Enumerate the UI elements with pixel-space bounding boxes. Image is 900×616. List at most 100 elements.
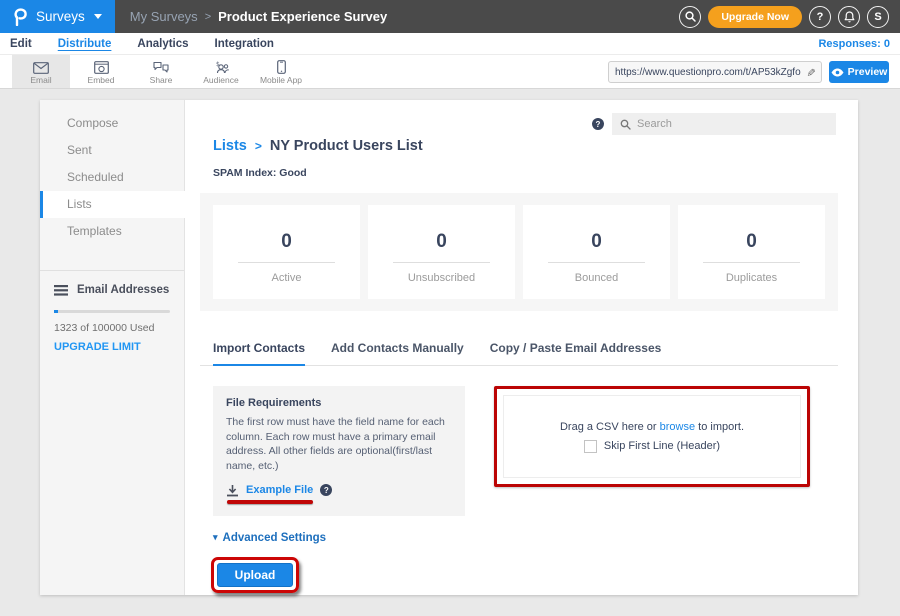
upload-button[interactable]: Upload: [217, 563, 293, 587]
email-sidebar: Compose Sent Scheduled Lists Templates E…: [40, 100, 185, 595]
notifications-button[interactable]: [838, 6, 860, 28]
search-button[interactable]: [679, 6, 701, 28]
tab-analytics[interactable]: Analytics: [137, 37, 188, 50]
dropzone-text-suffix: to import.: [695, 421, 744, 433]
csv-dropzone-annotation: Drag a CSV here or browse to import. Ski…: [494, 386, 810, 487]
usage-text: 1323 of 100000 Used: [54, 322, 170, 334]
stats-strip: 0 Active 0 Unsubscribed 0 Bounced 0 Dupl…: [200, 193, 838, 311]
list-name: NY Product Users List: [270, 138, 423, 154]
tab-distribute[interactable]: Distribute: [58, 37, 112, 50]
channel-email[interactable]: Email: [12, 55, 70, 88]
file-requirements-body: The first row must have the field name f…: [226, 415, 452, 474]
avatar[interactable]: S: [867, 6, 889, 28]
embed-icon: [94, 59, 109, 74]
channel-email-label: Email: [30, 75, 51, 85]
stat-label: Unsubscribed: [368, 272, 515, 284]
example-file-link[interactable]: Example File: [246, 484, 313, 496]
breadcrumb-separator: >: [255, 139, 262, 153]
sidebar-item-lists[interactable]: Lists: [40, 191, 185, 218]
stat-label: Bounced: [523, 272, 670, 284]
stat-value: 0: [523, 231, 670, 253]
annotation-underline: [227, 500, 313, 504]
stat-card-active: 0 Active: [213, 205, 360, 299]
channel-audience[interactable]: $ Audience: [192, 55, 250, 88]
channel-share[interactable]: Share: [132, 55, 190, 88]
topbar-breadcrumb: My Surveys > Product Experience Survey: [130, 9, 387, 24]
annotation-ring: Upload: [211, 557, 299, 593]
channel-mobile-app[interactable]: Mobile App: [252, 55, 310, 88]
sidebar-item-scheduled[interactable]: Scheduled: [40, 164, 184, 191]
tab-add-contacts-manually[interactable]: Add Contacts Manually: [331, 341, 464, 366]
sidebar-item-compose[interactable]: Compose: [40, 110, 184, 137]
csv-dropzone[interactable]: [503, 395, 801, 478]
usage-progress-bar: [54, 310, 170, 313]
contacts-search-box[interactable]: [612, 113, 836, 135]
stat-divider: [238, 262, 335, 263]
svg-text:$: $: [216, 61, 220, 68]
edit-url-icon[interactable]: ✎: [804, 67, 817, 76]
page-help-icon[interactable]: ?: [592, 118, 604, 130]
stat-value: 0: [678, 231, 825, 253]
advanced-settings-toggle[interactable]: ▾ Advanced Settings: [213, 532, 858, 544]
browse-link[interactable]: browse: [660, 421, 695, 433]
skip-first-line-checkbox[interactable]: [584, 440, 597, 453]
stat-card-bounced: 0 Bounced: [523, 205, 670, 299]
tab-import-contacts[interactable]: Import Contacts: [213, 341, 305, 366]
sidebar-item-sent[interactable]: Sent: [40, 137, 184, 164]
list-icon: [54, 285, 68, 296]
stat-label: Duplicates: [678, 272, 825, 284]
search-icon: [620, 119, 631, 130]
stat-divider: [703, 262, 800, 263]
download-icon[interactable]: [226, 484, 239, 497]
usage-progress-fill: [54, 310, 58, 313]
top-bar: Surveys My Surveys > Product Experience …: [0, 0, 900, 33]
stat-card-duplicates: 0 Duplicates: [678, 205, 825, 299]
channel-embed[interactable]: Embed: [72, 55, 130, 88]
caret-down-icon: ▾: [213, 532, 218, 543]
stat-value: 0: [368, 231, 515, 253]
email-addresses-title: Email Addresses: [77, 284, 169, 296]
preview-label: Preview: [848, 66, 888, 78]
survey-url-field[interactable]: ✎: [608, 61, 822, 83]
sidebar-item-templates[interactable]: Templates: [40, 218, 184, 245]
file-requirements-title: File Requirements: [226, 397, 452, 409]
skip-first-line-label: Skip First Line (Header): [604, 440, 720, 452]
upgrade-limit-link[interactable]: UPGRADE LIMIT: [54, 341, 170, 353]
dropzone-text: Drag a CSV here or browse to import.: [560, 421, 744, 433]
survey-url-input[interactable]: [615, 67, 806, 78]
product-menu-label: Surveys: [36, 9, 85, 24]
email-icon: [33, 59, 49, 74]
channel-share-label: Share: [150, 75, 173, 85]
distribute-toolbar: Email Embed Share $ Audience Mobile App: [0, 55, 900, 89]
topbar-actions: Upgrade Now ? S: [679, 6, 900, 28]
channel-list: Email Embed Share $ Audience Mobile App: [12, 55, 310, 88]
eye-icon: [831, 68, 844, 77]
help-button[interactable]: ?: [809, 6, 831, 28]
breadcrumb-lists-link[interactable]: Lists: [213, 138, 247, 154]
contacts-search-input[interactable]: [637, 118, 828, 130]
dropzone-text-prefix: Drag a CSV here or: [560, 421, 660, 433]
tab-copy-paste-email-addresses[interactable]: Copy / Paste Email Addresses: [490, 341, 662, 366]
lists-main: ? Lists > NY Product Users List SPAM Ind…: [185, 100, 858, 595]
chevron-down-icon: [94, 14, 102, 19]
breadcrumb-separator: >: [205, 11, 211, 23]
responses-count[interactable]: Responses: 0: [818, 38, 890, 50]
tab-integration[interactable]: Integration: [215, 37, 274, 50]
spam-index: SPAM Index: Good: [213, 167, 858, 179]
bell-icon: [844, 11, 855, 23]
file-requirements-box: File Requirements The first row must hav…: [213, 386, 465, 516]
stat-divider: [393, 262, 490, 263]
breadcrumb-my-surveys[interactable]: My Surveys: [130, 9, 198, 24]
tab-edit[interactable]: Edit: [10, 37, 32, 50]
upgrade-now-button[interactable]: Upgrade Now: [708, 6, 802, 28]
audience-icon: $: [213, 59, 230, 74]
stat-divider: [548, 262, 645, 263]
questionpro-logo-icon: [13, 8, 27, 26]
example-file-help-icon[interactable]: ?: [320, 484, 332, 496]
preview-button[interactable]: Preview: [829, 61, 889, 83]
content-card: Compose Sent Scheduled Lists Templates E…: [40, 100, 858, 595]
email-addresses-panel: Email Addresses 1323 of 100000 Used UPGR…: [40, 271, 184, 366]
product-menu[interactable]: Surveys: [0, 0, 115, 33]
share-icon: [153, 59, 169, 74]
stat-card-unsubscribed: 0 Unsubscribed: [368, 205, 515, 299]
